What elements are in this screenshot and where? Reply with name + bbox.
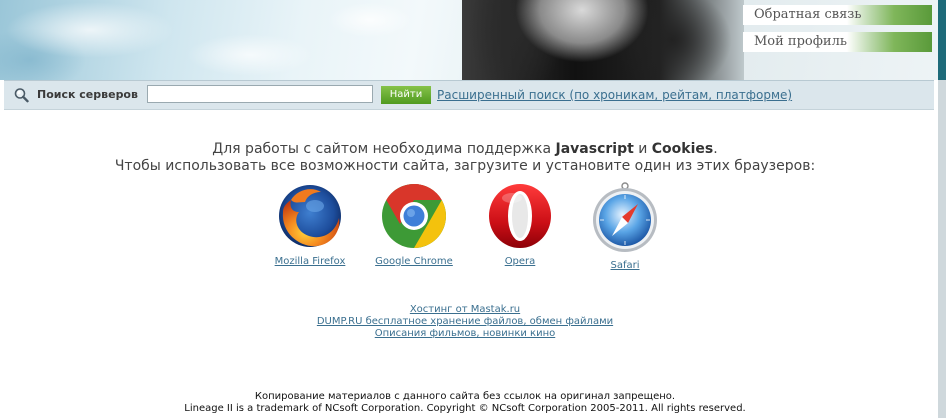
cookies-term: Cookies [651, 141, 714, 157]
browser-requirement-notice: Для работы с сайтом необходима поддержка… [0, 141, 930, 175]
banner-portrait [462, 0, 744, 80]
header-banner: Обратная связь Мой профиль [0, 0, 946, 80]
opera-icon[interactable] [485, 182, 555, 250]
opera-link[interactable]: Opera [470, 256, 570, 267]
browser-chrome[interactable]: Google Chrome [364, 182, 464, 267]
my-profile-link[interactable]: Мой профиль [743, 32, 932, 52]
dump-link[interactable]: DUMP.RU бесплатное хранение файлов, обме… [317, 316, 613, 327]
magnifier-icon [14, 88, 29, 103]
notice-text: . [713, 141, 718, 157]
notice-text: и [633, 141, 652, 157]
chrome-link[interactable]: Google Chrome [364, 256, 464, 267]
browser-safari[interactable]: Safari [575, 182, 675, 271]
sponsor-link-row: Хостинг от Mastak.ru [0, 304, 930, 315]
sponsor-link-row: DUMP.RU бесплатное хранение файлов, обме… [0, 316, 930, 327]
banner-art-left [0, 0, 460, 80]
firefox-link[interactable]: Mozilla Firefox [260, 256, 360, 267]
find-button[interactable]: Найти [381, 86, 431, 104]
firefox-icon[interactable] [275, 182, 345, 250]
notice-text: Для работы с сайтом необходима поддержка [212, 141, 556, 157]
feedback-link[interactable]: Обратная связь [743, 5, 932, 25]
safari-icon[interactable] [590, 182, 660, 254]
copyright-notice: Lineage II is a trademark of NCsoft Corp… [184, 403, 746, 414]
notice-line-1: Для работы с сайтом необходима поддержка… [0, 141, 930, 158]
advanced-search-link[interactable]: Расширенный поиск (по хроникам, рейтам, … [437, 88, 792, 102]
server-search-bar: Поиск серверов Найти Расширенный поиск (… [4, 80, 934, 110]
browser-firefox[interactable]: Mozilla Firefox [260, 182, 360, 267]
sponsor-link-row: Описания фильмов, новинки кино [0, 328, 930, 339]
movies-link[interactable]: Описания фильмов, новинки кино [375, 328, 556, 339]
browser-opera[interactable]: Opera [470, 182, 570, 267]
page-right-edge [938, 80, 946, 418]
javascript-term: Javascript [555, 141, 634, 157]
search-label: Поиск серверов [37, 88, 138, 101]
notice-line-2: Чтобы использовать все возможности сайта… [114, 158, 816, 174]
chrome-icon[interactable] [379, 182, 449, 250]
copy-notice: Копирование материалов с данного сайта б… [254, 391, 676, 402]
banner-edge [938, 0, 946, 80]
safari-link[interactable]: Safari [575, 260, 675, 271]
server-search-input[interactable] [147, 85, 373, 103]
hosting-link[interactable]: Хостинг от Mastak.ru [410, 304, 520, 315]
